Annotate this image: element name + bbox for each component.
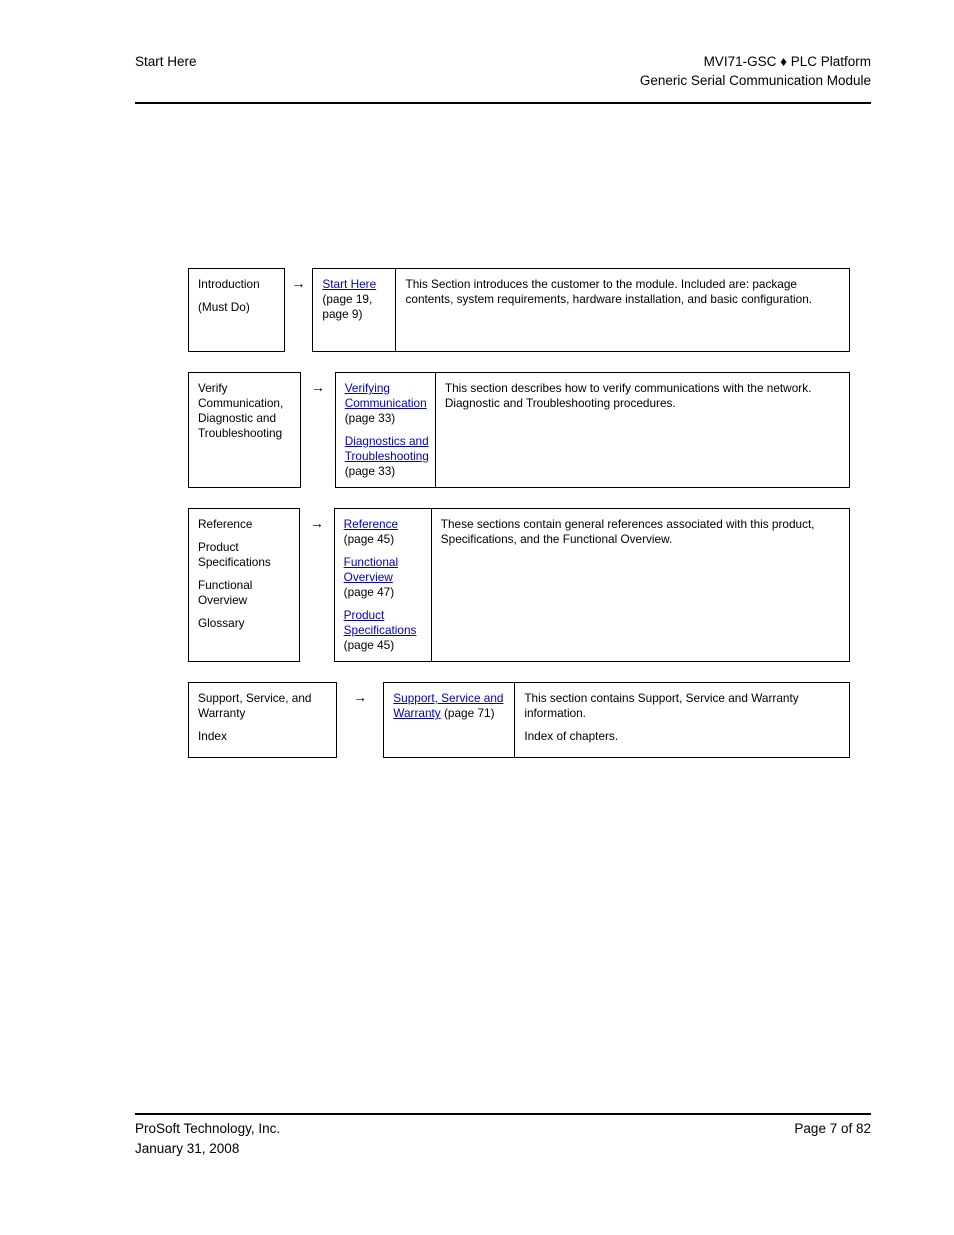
flow-detail-cell: Support, Service and Warranty (page 71) T… — [383, 682, 851, 758]
cross-reference-page: (page 71) — [440, 706, 495, 720]
flow-link-entry: Reference (page 45) — [344, 517, 425, 547]
cross-reference-link[interactable]: Reference — [344, 517, 398, 531]
flow-row: Reference Product Specifications Functiona… — [188, 508, 850, 662]
cross-reference-link[interactable]: Verifying Communication — [345, 381, 427, 410]
flow-topic-label: Index — [198, 729, 227, 743]
flow-description-cell: These sections contain general reference… — [432, 509, 849, 661]
flow-link-entry: Diagnostics and Troubleshooting (page 33… — [345, 434, 429, 479]
flow-description-cell: This section describes how to verify com… — [436, 373, 849, 487]
page-header: Start Here MVI71-GSC ♦ PLC Platform Gene… — [135, 52, 871, 90]
flow-topic-label: Verify Communication, Diagnostic and Tro… — [198, 381, 284, 440]
flow-topic-label: Product Specifications — [198, 540, 271, 569]
flow-description-text: This section contains Support, Service a… — [524, 691, 799, 720]
flow-link-entry: Functional Overview (page 47) — [344, 555, 425, 600]
cross-reference-page: (page 45) — [343, 638, 395, 652]
footer-divider-rule — [135, 1113, 871, 1115]
header-product-line-1: MVI71-GSC ♦ PLC Platform — [703, 54, 871, 69]
cross-reference-link[interactable]: Functional Overview — [344, 555, 398, 584]
flow-description-text: Index of chapters. — [524, 729, 619, 743]
flow-link-entry: Start Here (page 19, page 9) — [322, 277, 389, 322]
flow-topic-label: Reference — [198, 517, 253, 531]
document-navigation-table: Introduction (Must Do) → Start Here (page 1… — [188, 268, 851, 758]
flow-description-text: This section describes how to verify com… — [444, 381, 812, 410]
cross-reference-link[interactable]: Diagnostics and Troubleshooting — [345, 434, 429, 463]
flow-description-cell: This section contains Support, Service a… — [515, 683, 849, 757]
flow-links-cell: Support, Service and Warranty (page 71) — [384, 683, 516, 757]
header-section-title: Start Here — [135, 54, 197, 69]
flow-row: Introduction (Must Do) → Start Here (page 1… — [188, 268, 850, 352]
cross-reference-page: (page 33) — [344, 411, 396, 425]
flow-topic-cell: Reference Product Specifications Functiona… — [188, 508, 301, 662]
footer-date: January 31, 2008 — [135, 1141, 240, 1156]
cross-reference-link[interactable]: Product Specifications — [344, 608, 417, 637]
flow-topic-cell: Verify Communication, Diagnostic and Tro… — [188, 372, 301, 488]
footer-company-block: ProSoft Technology, Inc. January 31, 200… — [135, 1119, 280, 1159]
flow-description-text: These sections contain general reference… — [440, 517, 815, 546]
flow-link-entry: Verifying Communication (page 33) — [345, 381, 429, 426]
cross-reference-page: (page 47) — [343, 585, 395, 599]
flow-link-entry: Product Specifications (page 45) — [344, 608, 425, 653]
cross-reference-link[interactable]: Start Here — [322, 277, 376, 291]
flow-links-cell: Verifying Communication (page 33) Diagnos… — [336, 373, 436, 487]
flow-links-cell: Start Here (page 19, page 9) — [313, 269, 397, 351]
flow-topic-label: Support, Service, and Warranty — [198, 691, 312, 720]
flow-row: Verify Communication, Diagnostic and Tro… — [188, 372, 850, 488]
flow-link-entry: Support, Service and Warranty (page 71) — [393, 691, 508, 721]
header-product-line-2: Generic Serial Communication Module — [639, 73, 871, 88]
flow-description-cell: This Section introduces the customer to … — [396, 269, 849, 351]
footer-company-name: ProSoft Technology, Inc. — [135, 1121, 281, 1136]
flow-topic-cell: Support, Service, and Warranty Index — [188, 682, 337, 758]
flow-links-cell: Reference (page 45) Functional Overview (… — [335, 509, 432, 661]
cross-reference-page: (page 19, page 9) — [322, 292, 373, 321]
flow-topic-label: Functional Overview — [198, 578, 253, 607]
flow-topic-label: Introduction — [198, 277, 260, 291]
arrow-right-icon: → — [352, 689, 367, 705]
flow-detail-cell: Start Here (page 19, page 9) This Section… — [312, 268, 850, 352]
footer-page-number: Page 7 of 82 — [794, 1121, 871, 1136]
flow-detail-cell: Verifying Communication (page 33) Diagnos… — [334, 372, 850, 488]
flow-description-text: This Section introduces the customer to … — [405, 277, 813, 306]
arrow-right-icon: → — [291, 275, 306, 291]
cross-reference-page: (page 33) — [344, 464, 396, 478]
arrow-right-icon: → — [309, 515, 324, 531]
flow-topic-cell: Introduction (Must Do) — [188, 268, 285, 352]
header-product-title: MVI71-GSC ♦ PLC Platform Generic Serial … — [640, 52, 871, 90]
flow-detail-cell: Reference (page 45) Functional Overview (… — [333, 508, 850, 662]
arrow-right-icon: → — [310, 379, 325, 395]
page-footer: ProSoft Technology, Inc. January 31, 200… — [135, 1119, 871, 1159]
flow-topic-label: (Must Do) — [198, 300, 250, 314]
header-divider-rule — [135, 102, 871, 104]
cross-reference-page: (page 45) — [343, 532, 395, 546]
flow-row: Support, Service, and Warranty Index → Supp… — [188, 682, 851, 758]
flow-topic-label: Glossary — [198, 616, 245, 630]
